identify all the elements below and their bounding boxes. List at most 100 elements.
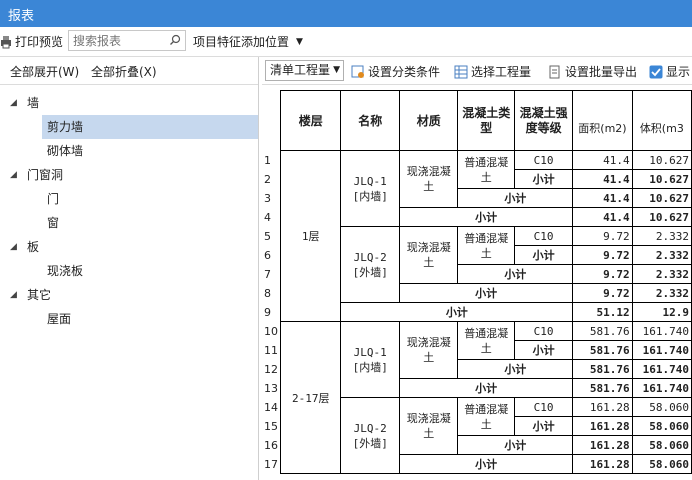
area-cell: 161.28 — [572, 397, 633, 417]
left-panel: 全部展开(W) 全部折叠(X) ◢ 墙剪力墙 砌体墙 ◢ 门窗洞门窗 ◢ 板现浇板 ◢ 其它 屋面 — [0, 57, 259, 480]
row-number: 4 — [262, 207, 281, 227]
tree-item-label: 窗 — [47, 216, 60, 230]
volume-cell: 161.740 — [631, 378, 692, 398]
window-title: 报表 — [8, 9, 35, 24]
concrete-type-cell: 普通混凝土 — [457, 150, 515, 189]
volume-cell: 10.627 — [631, 169, 692, 189]
tree-item[interactable]: 剪力墙 — [42, 115, 258, 139]
row-number: 17 — [262, 454, 281, 474]
table-row: 10 2-17层 JLQ-1 [内墙] 现浇混凝土 普通混凝土 C10 581.76 161.… — [262, 321, 692, 474]
print-preview-button[interactable]: 打印预览 — [0, 33, 63, 50]
tree-item[interactable]: 门 — [42, 187, 258, 211]
tree-item-label: 其它 — [27, 288, 52, 302]
area-cell: 9.72 — [572, 264, 633, 284]
add-position-dropdown[interactable]: 项目特征添加位置 ▼ — [193, 33, 303, 50]
expand-arrow-icon[interactable]: ◢ — [10, 235, 17, 259]
search-input[interactable] — [69, 31, 171, 50]
name-cell: JLQ-1 [内墙] — [340, 150, 401, 227]
table-row: 1 1层 JLQ-1 [内墙] 现浇混凝土 普通混凝土 C10 41.4 10.627 — [262, 150, 692, 322]
subtotal-label: 小计 — [513, 340, 574, 360]
tree-item[interactable]: ◢ 板 — [0, 235, 258, 259]
report-table: 楼层 名称 材质 混凝土类型 混凝土强度等级 面积(m2) 体积(m3 1 1层 J… — [262, 90, 692, 474]
area-cell: 581.76 — [572, 340, 633, 360]
material-cell: 现浇混凝土 — [399, 150, 459, 208]
row-number: 12 — [262, 359, 281, 379]
area-cell: 41.4 — [572, 188, 633, 208]
volume-cell: 161.740 — [631, 359, 692, 379]
collapse-all-button[interactable]: 全部折叠(X) — [91, 63, 157, 80]
expand-arrow-icon[interactable]: ◢ — [10, 91, 17, 115]
name-cell: JLQ-1 [内墙] — [340, 321, 401, 398]
tree-item[interactable]: 屋面 — [42, 307, 258, 331]
area-cell: 161.28 — [572, 416, 633, 436]
tree-item-label: 屋面 — [47, 312, 72, 326]
subtotal-label: 小计 — [399, 207, 574, 227]
row-number: 3 — [262, 188, 281, 208]
settings-grid-icon — [351, 65, 364, 78]
subtotal-label: 小计 — [340, 302, 574, 322]
show-toggle[interactable]: 显示 — [649, 63, 690, 80]
volume-cell: 2.332 — [631, 226, 692, 246]
report-panel: 清单工程量▼ 设置分类条件 选择工程量 设置批量导出 显示 楼层 名称 材质 — [262, 57, 692, 480]
checkbox-checked-icon[interactable] — [649, 65, 663, 79]
volume-cell: 58.060 — [631, 454, 692, 474]
tree-item[interactable]: 窗 — [42, 211, 258, 235]
tree-item[interactable]: 现浇板 — [42, 259, 258, 283]
row-number: 14 — [262, 397, 281, 417]
volume-cell: 12.9 — [631, 302, 692, 322]
expand-arrow-icon[interactable]: ◢ — [10, 283, 17, 307]
tree-item[interactable]: ◢ 其它 — [0, 283, 258, 307]
grade-cell: C10 — [513, 150, 574, 170]
material-cell: 现浇混凝土 — [399, 226, 459, 284]
col-header-concrete-grade: 混凝土强度等级 — [513, 90, 574, 151]
select-qty-button[interactable]: 选择工程量 — [454, 63, 531, 80]
col-header-concrete-type: 混凝土类型 — [457, 90, 515, 151]
material-cell: 现浇混凝土 — [399, 321, 459, 379]
row-number: 13 — [262, 378, 281, 398]
row-number: 1 — [262, 150, 281, 170]
tree-item[interactable]: ◢ 墙 — [0, 91, 258, 115]
area-cell: 41.4 — [572, 207, 633, 227]
volume-cell: 2.332 — [631, 264, 692, 284]
row-number: 15 — [262, 416, 281, 436]
row-number: 5 — [262, 226, 281, 246]
table-header-row: 楼层 名称 材质 混凝土类型 混凝土强度等级 面积(m2) 体积(m3 — [262, 90, 692, 151]
table-icon — [454, 65, 468, 78]
row-number: 10 — [262, 321, 281, 341]
grade-cell: C10 — [513, 226, 574, 246]
volume-cell: 161.740 — [631, 340, 692, 360]
subtotal-label: 小计 — [513, 169, 574, 189]
area-cell: 41.4 — [572, 150, 633, 170]
expand-all-button[interactable]: 全部展开(W) — [10, 63, 79, 80]
batch-export-button[interactable]: 设置批量导出 — [548, 63, 637, 80]
volume-cell: 2.332 — [631, 245, 692, 265]
col-header-volume: 体积(m3 — [631, 90, 692, 151]
row-number: 8 — [262, 283, 281, 303]
tree-item-label: 墙 — [27, 96, 40, 110]
tree-item-label: 剪力墙 — [47, 120, 84, 134]
volume-cell: 58.060 — [631, 435, 692, 455]
volume-cell: 10.627 — [631, 188, 692, 208]
area-cell: 9.72 — [572, 226, 633, 246]
area-cell: 581.76 — [572, 378, 633, 398]
qty-type-select[interactable]: 清单工程量 ▼ — [265, 60, 344, 81]
caret-down-icon: ▼ — [296, 36, 303, 47]
subtotal-label: 小计 — [457, 264, 574, 284]
tree-item[interactable]: ◢ 门窗洞 — [0, 163, 258, 187]
search-icon[interactable] — [169, 33, 181, 47]
concrete-type-cell: 普通混凝土 — [457, 321, 515, 360]
set-category-button[interactable]: 设置分类条件 — [351, 63, 440, 80]
subtotal-label: 小计 — [457, 435, 574, 455]
row-number: 11 — [262, 340, 281, 360]
tree-actions: 全部展开(W) 全部折叠(X) — [0, 57, 258, 85]
expand-arrow-icon[interactable]: ◢ — [10, 163, 17, 187]
area-cell: 51.12 — [572, 302, 633, 322]
row-number: 16 — [262, 435, 281, 455]
volume-cell: 2.332 — [631, 283, 692, 303]
area-cell: 9.72 — [572, 283, 633, 303]
subtotal-label: 小计 — [457, 188, 574, 208]
search-box[interactable] — [68, 30, 186, 51]
area-cell: 161.28 — [572, 435, 633, 455]
col-header-floor: 楼层 — [279, 90, 342, 151]
tree-item[interactable]: 砌体墙 — [42, 139, 258, 163]
